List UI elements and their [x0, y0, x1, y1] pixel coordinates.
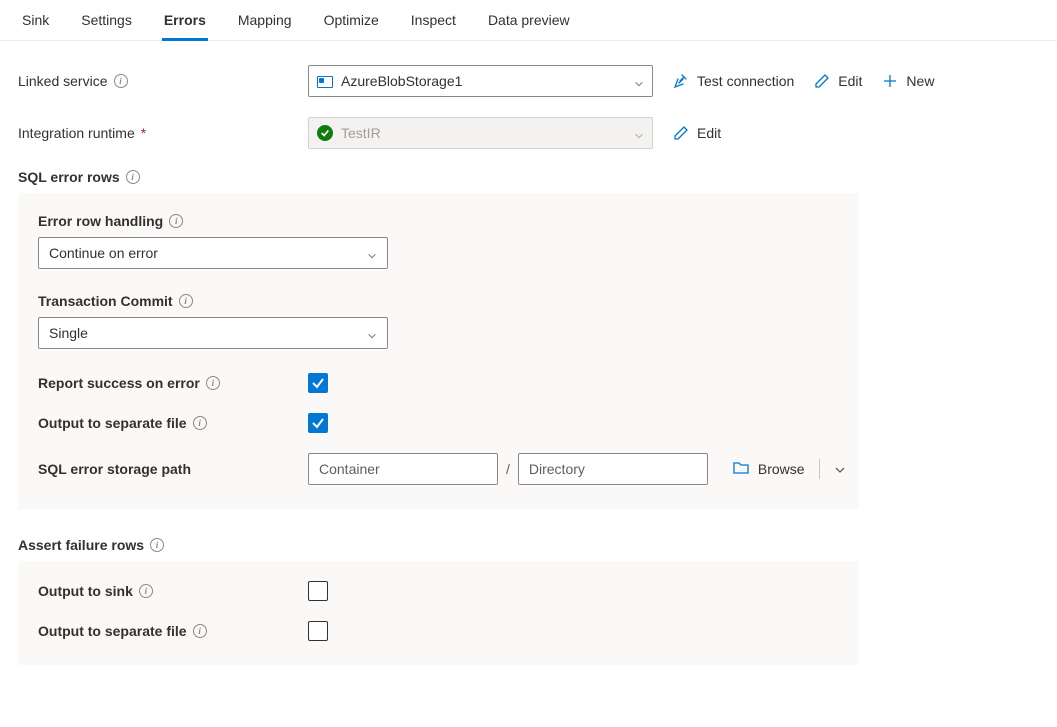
folder-icon	[732, 459, 750, 480]
new-linked-service-button[interactable]: New	[882, 73, 934, 89]
output-separate-file-label: Output to separate file i	[38, 415, 308, 431]
error-row-handling-select[interactable]: Continue on error	[38, 237, 388, 269]
tab-settings[interactable]: Settings	[79, 6, 134, 41]
linked-service-label: Linked service i	[18, 73, 308, 89]
info-icon[interactable]: i	[114, 74, 128, 88]
blob-storage-icon	[317, 74, 333, 88]
assert-failure-rows-title: Assert failure rows i	[18, 537, 1039, 553]
tab-sink[interactable]: Sink	[20, 6, 51, 41]
linked-service-select[interactable]: AzureBlobStorage1	[308, 65, 653, 97]
chevron-down-icon	[634, 76, 644, 86]
info-icon[interactable]: i	[169, 214, 183, 228]
plus-icon	[882, 73, 898, 89]
edit-runtime-button[interactable]: Edit	[673, 125, 721, 141]
pencil-icon	[673, 125, 689, 141]
integration-runtime-value: TestIR	[341, 125, 626, 141]
info-icon[interactable]: i	[139, 584, 153, 598]
assert-output-separate-label: Output to separate file i	[38, 623, 308, 639]
linked-service-value: AzureBlobStorage1	[341, 73, 626, 89]
tab-errors[interactable]: Errors	[162, 6, 208, 41]
pencil-icon	[814, 73, 830, 89]
output-separate-file-checkbox[interactable]	[308, 413, 328, 433]
chevron-down-icon[interactable]	[834, 463, 846, 475]
container-input[interactable]	[308, 453, 498, 485]
output-to-sink-label: Output to sink i	[38, 583, 308, 599]
transaction-commit-label: Transaction Commit i	[38, 293, 308, 309]
info-icon[interactable]: i	[206, 376, 220, 390]
info-icon[interactable]: i	[150, 538, 164, 552]
divider	[819, 459, 820, 479]
info-icon[interactable]: i	[126, 170, 140, 184]
path-separator: /	[506, 461, 510, 477]
test-connection-icon	[673, 73, 689, 89]
test-connection-button[interactable]: Test connection	[673, 73, 794, 89]
tab-inspect[interactable]: Inspect	[409, 6, 458, 41]
assert-output-separate-checkbox[interactable]	[308, 621, 328, 641]
info-icon[interactable]: i	[179, 294, 193, 308]
browse-button[interactable]: Browse	[732, 459, 805, 480]
chevron-down-icon	[367, 248, 377, 258]
chevron-down-icon	[367, 328, 377, 338]
transaction-commit-select[interactable]: Single	[38, 317, 388, 349]
sql-error-storage-path-label: SQL error storage path	[38, 461, 308, 477]
check-circle-icon	[317, 125, 333, 141]
report-success-checkbox[interactable]	[308, 373, 328, 393]
error-row-handling-label: Error row handling i	[38, 213, 308, 229]
sql-error-rows-title: SQL error rows i	[18, 169, 1039, 185]
integration-runtime-select[interactable]: TestIR	[308, 117, 653, 149]
edit-linked-service-button[interactable]: Edit	[814, 73, 862, 89]
report-success-label: Report success on error i	[38, 375, 308, 391]
directory-input[interactable]	[518, 453, 708, 485]
info-icon[interactable]: i	[193, 416, 207, 430]
tab-data-preview[interactable]: Data preview	[486, 6, 572, 41]
sql-error-rows-panel: Error row handling i Continue on error T…	[18, 193, 858, 509]
info-icon[interactable]: i	[193, 624, 207, 638]
chevron-down-icon	[634, 128, 644, 138]
output-to-sink-checkbox[interactable]	[308, 581, 328, 601]
tab-mapping[interactable]: Mapping	[236, 6, 294, 41]
assert-failure-rows-panel: Output to sink i Output to separate file…	[18, 561, 858, 665]
integration-runtime-label: Integration runtime *	[18, 125, 308, 141]
tab-optimize[interactable]: Optimize	[322, 6, 381, 41]
